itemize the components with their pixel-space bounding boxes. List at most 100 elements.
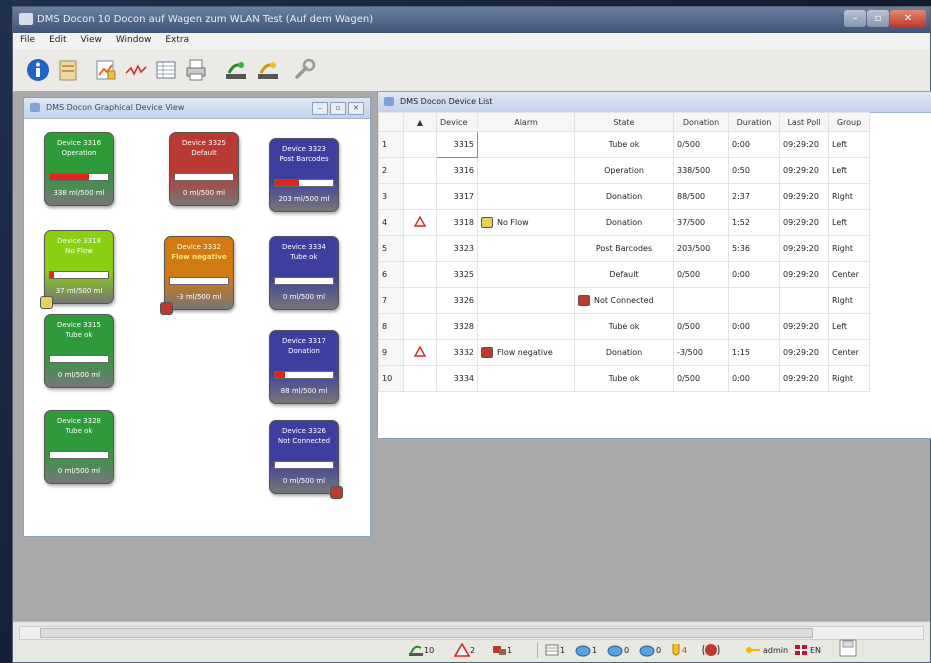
alarm-bell-icon[interactable]: [701, 642, 721, 658]
col-device[interactable]: Device: [436, 112, 478, 132]
table-row[interactable]: 8 3328 Tube ok 0/500 0:00 09:29:20 Left: [378, 313, 870, 340]
duration-cell: 0:50: [728, 157, 780, 184]
status-user-name: admin: [763, 645, 789, 655]
tile-volume: -3 ml/500 ml: [176, 293, 222, 301]
state-cell: Tube ok: [574, 131, 674, 158]
tile-state: Donation: [288, 347, 320, 355]
info-icon[interactable]: [25, 57, 51, 83]
menu-edit[interactable]: Edit: [42, 33, 73, 49]
menu-extra[interactable]: Extra: [158, 33, 196, 49]
tile-fill-bar: [49, 271, 109, 279]
device-table: ▲ Device Alarm State Donation Duration L…: [378, 112, 870, 392]
state-cell: Default: [574, 261, 674, 288]
col-alarm[interactable]: Alarm: [477, 112, 575, 132]
row-number: 8: [378, 313, 404, 340]
table-row[interactable]: 3 3317 Donation 88/500 2:37 09:29:20 Right: [378, 183, 870, 210]
device-tile[interactable]: Device 3323 Post Barcodes 203 ml/500 ml: [269, 138, 339, 212]
alarm-cell: [477, 261, 575, 288]
table-row[interactable]: 10 3334 Tube ok 0/500 0:00 09:29:20 Right: [378, 365, 870, 392]
bag-icon: [639, 645, 655, 657]
group-cell: Center: [828, 339, 870, 366]
child-restore-button[interactable]: ▫: [330, 102, 346, 115]
horizontal-scrollbar[interactable]: [19, 626, 924, 640]
maximize-button[interactable]: ▫: [867, 10, 889, 27]
table-row[interactable]: 1 3315 Tube ok 0/500 0:00 09:29:20 Left: [378, 131, 870, 158]
device-id: 3326: [436, 287, 478, 314]
tile-state: Tube ok: [65, 331, 93, 339]
curve-icon[interactable]: [123, 57, 149, 83]
table-row[interactable]: 4 3318 No Flow Donation 37/500 1:52 09:29:20 Le…: [378, 209, 870, 236]
notes-icon[interactable]: [55, 57, 81, 83]
table-row[interactable]: 5 3323 Post Barcodes 203/500 5:36 09:29:20 Rig…: [378, 235, 870, 262]
sort-indicator[interactable]: ▲: [403, 112, 437, 132]
duration-cell: 5:36: [728, 235, 780, 262]
device-tile[interactable]: Device 3318 No Flow 37 ml/500 ml: [40, 230, 114, 309]
group-cell: Left: [828, 313, 870, 340]
table-row[interactable]: 7 3326 Not Connected Right: [378, 287, 870, 314]
status-save[interactable]: [839, 639, 857, 657]
window-title: DMS Docon 10 Docon auf Wagen zum WLAN Te…: [37, 14, 374, 25]
row-number: 5: [378, 235, 404, 262]
row-warning: [403, 235, 437, 262]
duration-cell: 2:37: [728, 183, 780, 210]
save-icon[interactable]: [839, 639, 857, 657]
col-group[interactable]: Group: [828, 112, 870, 132]
printer-icon[interactable]: [183, 57, 209, 83]
device-tile[interactable]: Device 3332 Flow negative -3 ml/500 ml: [160, 236, 234, 315]
table-header-row: ▲ Device Alarm State Donation Duration L…: [378, 112, 870, 132]
state-cell: Post Barcodes: [574, 235, 674, 262]
tile-device-name: Device 3326: [282, 427, 326, 435]
table-row[interactable]: 9 3332 Flow negative Donation -3/500 1:15 09:2…: [378, 339, 870, 366]
child-minimize-button[interactable]: –: [312, 102, 328, 115]
title-bar[interactable]: DMS Docon 10 Docon auf Wagen zum WLAN Te…: [13, 7, 930, 33]
status-language[interactable]: EN: [795, 642, 821, 658]
device-id: 3325: [436, 261, 478, 288]
device-list-title: DMS Docon Device List: [400, 97, 493, 106]
menu-file[interactable]: File: [13, 33, 42, 49]
alarm-text: No Flow: [497, 218, 529, 227]
warning-icon: [413, 215, 427, 227]
col-state[interactable]: State: [574, 112, 674, 132]
device-id: 3316: [436, 157, 478, 184]
device-tile[interactable]: Device 3316 Operation 338 ml/500 ml: [44, 132, 114, 206]
col-last-poll[interactable]: Last Poll: [779, 112, 829, 132]
status-tubes-a-count: 1: [592, 645, 598, 655]
tile-fill-bar: [274, 277, 334, 285]
scrollbar-thumb[interactable]: [40, 628, 813, 638]
table-row[interactable]: 2 3316 Operation 338/500 0:50 09:29:20 Left: [378, 157, 870, 184]
col-donation[interactable]: Donation: [673, 112, 729, 132]
table-icon[interactable]: [153, 57, 179, 83]
scale-yellow-icon[interactable]: [255, 57, 281, 83]
scale-green-icon[interactable]: [223, 57, 249, 83]
row-warning: [403, 261, 437, 288]
table-row[interactable]: 6 3325 Default 0/500 0:00 09:29:20 Center: [378, 261, 870, 288]
last-poll-cell: 09:29:20: [779, 339, 829, 366]
donation-cell: 88/500: [673, 183, 729, 210]
duration-cell: [728, 287, 780, 314]
device-tile[interactable]: Device 3326 Not Connected 0 ml/500 ml: [269, 420, 343, 499]
tile-volume: 203 ml/500 ml: [278, 195, 330, 203]
minimize-button[interactable]: –: [844, 10, 866, 27]
close-button[interactable]: ✕: [890, 10, 926, 27]
child-close-button[interactable]: ✕: [348, 102, 364, 115]
alarm-cell: [477, 313, 575, 340]
device-list-titlebar[interactable]: DMS Docon Device List: [378, 92, 931, 113]
tile-fill-level: [50, 174, 90, 180]
col-duration[interactable]: Duration: [728, 112, 780, 132]
corner-cell: [378, 112, 404, 132]
device-tile[interactable]: Device 3328 Tube ok 0 ml/500 ml: [44, 410, 114, 484]
row-warning: [403, 183, 437, 210]
device-tile[interactable]: Device 3325 Default 0 ml/500 ml: [169, 132, 239, 206]
graphical-view-titlebar[interactable]: DMS Docon Graphical Device View – ▫ ✕: [24, 98, 370, 119]
report-icon[interactable]: [93, 57, 119, 83]
tile-fill-bar: [49, 451, 109, 459]
tile-fill-bar: [169, 277, 229, 285]
menu-view[interactable]: View: [74, 33, 109, 49]
wrench-icon[interactable]: [291, 57, 317, 83]
device-tile[interactable]: Device 3317 Donation 88 ml/500 ml: [269, 330, 339, 404]
device-tile[interactable]: Device 3315 Tube ok 0 ml/500 ml: [44, 314, 114, 388]
menu-window[interactable]: Window: [109, 33, 159, 49]
flow-icon: [40, 296, 53, 309]
status-tubes-b: 0: [606, 642, 629, 658]
device-tile[interactable]: Device 3334 Tube ok 0 ml/500 ml: [269, 236, 339, 310]
